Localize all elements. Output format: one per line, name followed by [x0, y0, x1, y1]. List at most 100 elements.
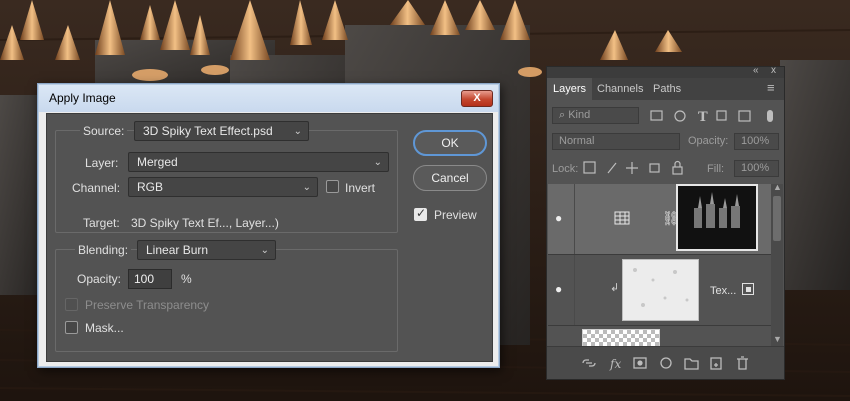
layer-mask-thumbnail[interactable]: [676, 184, 758, 251]
layer-value: Merged: [137, 155, 178, 169]
source-dropdown[interactable]: 3D Spiky Text Effect.psd ⌄: [134, 121, 309, 141]
cancel-button[interactable]: Cancel: [413, 165, 487, 191]
collapse-panel-icon[interactable]: «: [753, 65, 759, 76]
mask-preview: [678, 186, 756, 249]
new-group-icon: [684, 358, 699, 370]
smart-object-icon: [742, 283, 754, 295]
eye-icon: ●: [555, 282, 563, 296]
scroll-down-icon[interactable]: ▼: [773, 334, 782, 344]
source-value: 3D Spiky Text Effect.psd: [143, 124, 273, 138]
panel-topbar[interactable]: « x: [547, 65, 784, 78]
new-layer-icon: [710, 357, 722, 370]
adjustment-layer-icon: [614, 211, 630, 225]
filter-kind-dropdown[interactable]: ⌕ Kind: [552, 107, 639, 124]
layer-row[interactable]: ● ⛓: [548, 184, 771, 255]
layer-thumbnail[interactable]: [622, 259, 699, 321]
blend-mode-dropdown[interactable]: Normal: [552, 133, 680, 150]
tab-layers-label: Layers: [553, 83, 587, 95]
type-filter-icon: T: [698, 110, 708, 124]
filter-icons: T: [650, 110, 773, 124]
lock-position-icon: [626, 162, 638, 174]
fill-label: Fill:: [707, 163, 725, 175]
source-label: Source:: [80, 124, 128, 138]
channel-dropdown[interactable]: RGB ⌄: [128, 177, 318, 197]
panel-tabs: Layers Channels Paths ≡: [547, 78, 784, 100]
dialog-title: Apply Image: [49, 91, 116, 105]
layer-name: Tex...: [710, 285, 737, 297]
close-icon: X: [473, 92, 481, 104]
lock-image-icon: [607, 162, 617, 174]
panel-opacity-input[interactable]: 100%: [734, 133, 779, 150]
blending-label: Blending:: [75, 243, 132, 257]
layer-row[interactable]: ● ↲ Tex...: [548, 255, 771, 326]
fill-input[interactable]: 100%: [734, 160, 779, 177]
fill-value: 100%: [741, 162, 770, 174]
tab-channels[interactable]: Channels: [591, 78, 649, 100]
tab-layers[interactable]: Layers: [547, 78, 593, 100]
dialog-titlebar[interactable]: Apply Image: [39, 85, 498, 112]
texture-preview: [623, 260, 698, 320]
target-label: Target:: [83, 216, 120, 230]
opacity-input[interactable]: 100: [128, 269, 172, 289]
layer-dropdown[interactable]: Merged ⌄: [128, 152, 389, 172]
tab-paths-label: Paths: [653, 83, 682, 95]
mask-label: Mask...: [85, 321, 124, 335]
chevron-down-icon: ⌄: [260, 245, 269, 256]
apply-image-dialog: Apply Image X Source: 3D Spiky Text Effe…: [37, 83, 500, 368]
ok-button-label: OK: [441, 136, 459, 150]
new-adjustment-icon: [660, 357, 672, 369]
panel-opacity-label: Opacity:: [688, 135, 729, 147]
channel-value: RGB: [137, 180, 164, 194]
dialog-close-button[interactable]: X: [461, 90, 493, 107]
target-value: 3D Spiky Text Ef..., Layer...): [131, 216, 279, 230]
chevron-down-icon: ⌄: [302, 182, 311, 193]
visibility-toggle[interactable]: ●: [548, 184, 575, 254]
shape-filter-icon: [716, 110, 727, 121]
invert-checkbox[interactable]: [326, 180, 339, 193]
close-panel-icon[interactable]: x: [771, 65, 776, 76]
layer-style-icon: fx: [609, 357, 621, 371]
preview-checkbox[interactable]: [414, 206, 427, 221]
link-layers-icon: [582, 359, 596, 367]
opacity-label: Opacity:: [77, 272, 122, 286]
chevron-down-icon: ⌄: [373, 157, 382, 168]
tab-channels-label: Channels: [597, 83, 644, 95]
opacity-unit: %: [181, 272, 192, 286]
image-filter-icon: [650, 110, 663, 121]
panel-bottom-toolbar: fx: [547, 346, 784, 379]
lock-label: Lock:: [552, 163, 579, 175]
eye-icon: ●: [555, 211, 563, 225]
scrollbar-thumb[interactable]: [773, 196, 781, 241]
channel-label: Channel:: [72, 181, 121, 195]
scroll-up-icon[interactable]: ▲: [773, 182, 782, 192]
adjustment-filter-icon: [674, 110, 686, 122]
ok-button[interactable]: OK: [413, 130, 487, 156]
layers-panel: « x Layers Channels Paths ≡ ⌕ Kind T Nor…: [546, 65, 785, 380]
invert-label: Invert: [345, 181, 376, 195]
blend-mode-value: Normal: [559, 135, 595, 147]
preserve-transparency-label: Preserve Transparency: [85, 298, 210, 312]
blending-dropdown[interactable]: Linear Burn ⌄: [137, 240, 276, 260]
layer-label: Layer:: [85, 156, 119, 170]
preview-label: Preview: [434, 208, 477, 222]
filter-kind-value: Kind: [568, 109, 591, 121]
opacity-value: 100: [134, 272, 155, 286]
chevron-down-icon: ⌄: [293, 126, 302, 137]
filter-toggle-icon: [767, 110, 773, 122]
tab-paths[interactable]: Paths: [647, 78, 687, 100]
visibility-toggle[interactable]: ●: [548, 255, 575, 325]
panel-scrollbar[interactable]: ▲ ▼: [771, 182, 783, 347]
dialog-body: Source: 3D Spiky Text Effect.psd ⌄ Layer…: [46, 113, 493, 362]
preserve-transparency-checkbox[interactable]: [65, 298, 78, 311]
panel-opacity-value: 100%: [741, 135, 770, 147]
delete-layer-icon: [737, 356, 748, 370]
cancel-button-label: Cancel: [431, 171, 469, 185]
clipping-arrow-icon: ↲: [610, 282, 620, 294]
bottom-icons: fx: [582, 356, 748, 371]
smart-object-filter-icon: [738, 110, 751, 122]
panel-menu-icon[interactable]: ≡: [767, 80, 775, 95]
lock-transparent-icon: [583, 161, 596, 174]
mask-checkbox[interactable]: [65, 321, 78, 334]
blending-value: Linear Burn: [146, 243, 209, 257]
lock-all-icon: [672, 166, 683, 175]
